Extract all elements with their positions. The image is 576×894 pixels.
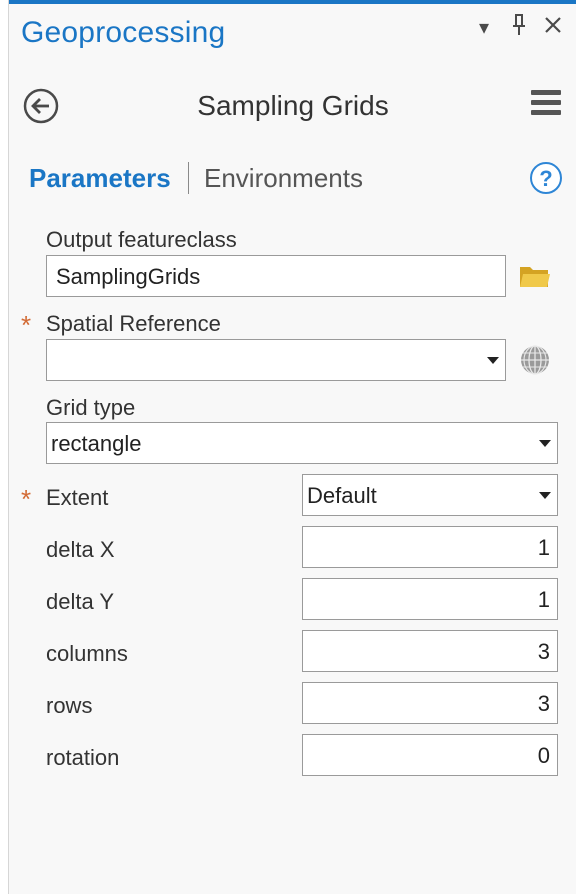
tool-title: Sampling Grids bbox=[197, 90, 389, 121]
extent-label: Extent bbox=[46, 485, 109, 510]
spatial-reference-dropdown[interactable] bbox=[46, 339, 506, 381]
chevron-down-icon bbox=[539, 492, 551, 499]
delta-x-label: delta X bbox=[46, 537, 115, 562]
rows-value: 3 bbox=[537, 691, 550, 716]
globe-icon[interactable] bbox=[519, 344, 551, 381]
delta-y-value: 1 bbox=[537, 587, 550, 612]
grid-type-dropdown[interactable]: rectangle bbox=[46, 422, 558, 464]
grid-type-value: rectangle bbox=[51, 431, 142, 456]
rows-input[interactable]: 3 bbox=[302, 682, 558, 724]
spatial-reference-label: Spatial Reference bbox=[46, 311, 221, 336]
help-icon[interactable]: ? bbox=[529, 161, 563, 195]
pane-accent-bar bbox=[9, 0, 576, 4]
tab-divider bbox=[188, 162, 189, 194]
chevron-down-icon bbox=[539, 440, 551, 447]
rotation-input[interactable]: 0 bbox=[302, 734, 558, 776]
hamburger-menu-icon[interactable] bbox=[531, 90, 561, 120]
pane-title: Geoprocessing bbox=[21, 16, 226, 49]
geoprocessing-pane: Geoprocessing ▾ Sampling Grids Parameter… bbox=[8, 0, 576, 894]
tab-parameters[interactable]: Parameters bbox=[29, 163, 171, 194]
chevron-down-icon bbox=[487, 357, 499, 364]
output-featureclass-label: Output featureclass bbox=[46, 227, 237, 252]
delta-x-value: 1 bbox=[537, 535, 550, 560]
delta-y-label: delta Y bbox=[46, 589, 115, 614]
close-icon[interactable] bbox=[543, 15, 563, 41]
required-marker: * bbox=[21, 310, 32, 340]
svg-text:?: ? bbox=[539, 166, 552, 191]
pane-options-dropdown-icon[interactable]: ▾ bbox=[479, 16, 489, 40]
rotation-label: rotation bbox=[46, 745, 120, 770]
delta-x-input[interactable]: 1 bbox=[302, 526, 558, 568]
output-featureclass-input[interactable]: SamplingGrids bbox=[46, 255, 506, 297]
output-featureclass-value: SamplingGrids bbox=[56, 264, 201, 289]
columns-value: 3 bbox=[537, 639, 550, 664]
folder-icon[interactable] bbox=[519, 263, 551, 294]
extent-dropdown[interactable]: Default bbox=[302, 474, 558, 516]
grid-type-label: Grid type bbox=[46, 395, 136, 420]
columns-input[interactable]: 3 bbox=[302, 630, 558, 672]
required-marker: * bbox=[21, 484, 32, 514]
pin-icon[interactable] bbox=[511, 14, 527, 42]
tab-environments[interactable]: Environments bbox=[204, 163, 363, 194]
rows-label: rows bbox=[46, 693, 93, 718]
rotation-value: 0 bbox=[537, 743, 550, 768]
columns-label: columns bbox=[46, 641, 128, 666]
delta-y-input[interactable]: 1 bbox=[302, 578, 558, 620]
extent-value: Default bbox=[307, 483, 377, 508]
